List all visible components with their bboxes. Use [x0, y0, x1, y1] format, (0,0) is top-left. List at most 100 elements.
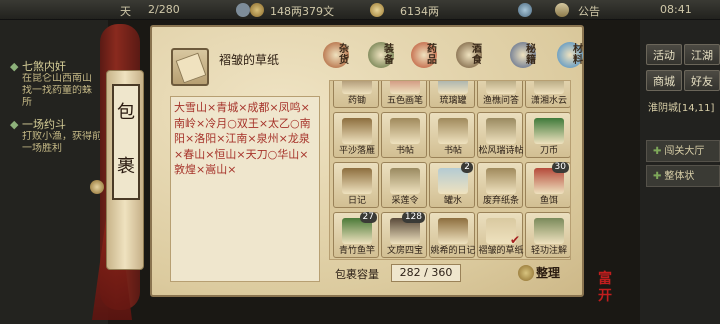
quest-title[interactable]: ◆ 一场约斗: [10, 116, 66, 132]
item-label: 轻功注解: [530, 246, 567, 256]
shop-button[interactable]: 商城: [646, 70, 682, 91]
category-label: 杂货: [339, 44, 349, 66]
item-label: 姚希的日记: [430, 246, 476, 256]
item-label: 渔樵问答: [482, 96, 519, 106]
inventory-slot[interactable]: 采莲令: [381, 162, 427, 208]
item-icon: [534, 81, 564, 94]
top-status-bar: 天 2/280 148两379文 6134两 公告 08:41: [0, 0, 720, 20]
category-label: 酒食: [472, 44, 482, 66]
tab-category-5[interactable]: 材料: [556, 42, 584, 72]
item-icon: [342, 168, 372, 194]
inventory-slot[interactable]: 刀币: [525, 112, 570, 158]
item-label: 文房四宝: [386, 246, 423, 256]
item-icon: [390, 118, 420, 144]
category-label: 装备: [384, 44, 394, 66]
quest-desc-line: 在昆仑山西南山: [22, 73, 92, 84]
tab-hall[interactable]: ✚ 闯关大厅: [646, 140, 720, 162]
quest-desc-line: 一场胜利: [22, 143, 62, 154]
item-icon: [486, 118, 516, 144]
selected-check-icon: ✔: [509, 233, 520, 247]
jianghu-button[interactable]: 江湖: [684, 44, 720, 65]
item-label: 鱼饵: [539, 196, 558, 206]
tab-category-0[interactable]: 杂货: [322, 42, 350, 72]
inventory-slot[interactable]: 褶皱的草纸 ✔: [477, 212, 524, 258]
item-label: 采莲令: [391, 196, 419, 206]
item-count-badge: 128: [401, 212, 425, 223]
item-label: 书帖: [395, 146, 414, 156]
quest-bullet-icon: ◆: [10, 60, 19, 73]
item-label: 书帖: [443, 146, 462, 156]
inventory-slot[interactable]: 书帖: [429, 112, 475, 158]
selected-item-name: 褶皱的草纸: [219, 53, 280, 67]
item-icon: [342, 118, 372, 144]
quest-panel: ◆ 七煞内奸 在昆仑山西南山 找一找药童的蛛 所 ◆ 一场约斗 打败小渔，获得前…: [0, 20, 108, 324]
sort-bag-icon[interactable]: [518, 265, 534, 281]
inventory-slot[interactable]: 松风瑞诗帖: [477, 112, 524, 158]
sort-button[interactable]: 整理: [536, 264, 560, 281]
seal-stamp: 富开: [598, 271, 612, 304]
inventory-slot[interactable]: 潇湘水云: [525, 81, 570, 108]
item-label: 罐水: [443, 196, 462, 206]
item-label: 平沙落雁: [338, 146, 375, 156]
inventory-grid: 药锄 五色画笔 琉璃罐 渔樵问答 潇湘水云平沙落雁 书帖 书帖 松风瑞诗帖 刀币日记 采莲令 罐水 2…: [329, 80, 571, 260]
inventory-slot[interactable]: 鱼饵 30: [525, 162, 570, 208]
item-count-badge: 27: [359, 212, 377, 223]
bead-ornament: [90, 180, 104, 194]
category-label: 秘籍: [526, 44, 536, 66]
clock: 08:41: [660, 3, 692, 16]
inventory-tag: 包 裹: [112, 84, 140, 200]
item-description: 大雪山×青城×成都×凤鸣×南岭×冷月○双王×太乙○南阳×洛阳×江南×泉州×龙泉×…: [170, 96, 320, 282]
quest-bullet-icon: ◆: [10, 118, 19, 131]
friends-button[interactable]: 好友: [684, 70, 720, 91]
capacity-label: 包裹容量: [335, 268, 379, 281]
inventory-slot[interactable]: 渔樵问答: [477, 81, 523, 108]
inventory-slot[interactable]: 轻功注解: [525, 212, 570, 258]
item-icon: [534, 118, 564, 144]
plus-icon: ✚: [653, 146, 662, 157]
mail-icon[interactable]: [518, 3, 532, 17]
item-count-badge: 2: [461, 162, 473, 173]
announcement-button[interactable]: 公告: [578, 3, 600, 19]
tab-category-1[interactable]: 装备: [367, 42, 395, 72]
tab-category-4[interactable]: 秘籍: [509, 42, 537, 72]
energy-value: 2/280: [148, 3, 180, 16]
item-icon: [438, 218, 468, 244]
quest-desc-line: 打败小渔，获得前: [22, 131, 102, 142]
capacity-value: 282 / 360: [391, 264, 461, 282]
inventory-slot[interactable]: 五色画笔: [381, 81, 427, 108]
notice-icon[interactable]: [555, 3, 569, 17]
coin-icon: [250, 3, 264, 17]
item-label: 青竹鱼竿: [338, 246, 375, 256]
tab-category-3[interactable]: 酒食: [455, 42, 483, 72]
inventory-slot[interactable]: 琉璃罐: [429, 81, 475, 108]
item-label: 废弃纸条: [482, 196, 519, 206]
inventory-slot[interactable]: 姚希的日记: [429, 212, 476, 258]
inventory-slot[interactable]: 药锄: [333, 81, 379, 108]
quest-title[interactable]: ◆ 七煞内奸: [10, 58, 66, 74]
category-label: 材料: [573, 44, 583, 66]
inventory-slot[interactable]: 日记: [333, 162, 379, 208]
tab-status[interactable]: ✚ 整体状: [646, 165, 720, 187]
item-label: 五色画笔: [386, 96, 423, 106]
item-icon: [390, 81, 420, 94]
tab-category-2[interactable]: 药品: [410, 42, 438, 72]
silver-icon: [370, 3, 384, 17]
inventory-slot[interactable]: 平沙落雁: [333, 112, 379, 158]
plus-icon: ✚: [653, 171, 662, 182]
inventory-slot[interactable]: 废弃纸条: [477, 162, 523, 208]
selected-item-icon: [171, 48, 209, 86]
backpack-icon: [236, 3, 250, 17]
item-label: 刀币: [539, 146, 558, 156]
item-label: 潇湘水云: [530, 96, 567, 106]
item-icon: [438, 118, 468, 144]
activity-button[interactable]: 活动: [646, 44, 682, 65]
item-label: 药锄: [347, 96, 366, 106]
item-label: 琉璃罐: [439, 96, 467, 106]
item-icon: [486, 168, 516, 194]
inventory-slot[interactable]: 书帖: [381, 112, 427, 158]
category-label: 药品: [427, 44, 437, 66]
inventory-slot[interactable]: 罐水 2: [429, 162, 475, 208]
item-icon: [534, 218, 564, 244]
inventory-slot[interactable]: 文房四宝 128: [381, 212, 427, 258]
inventory-slot[interactable]: 青竹鱼竿 27: [333, 212, 379, 258]
